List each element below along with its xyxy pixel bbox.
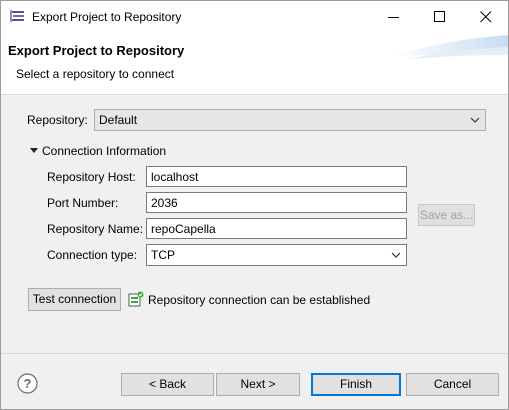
title-bar[interactable]: Export Project to Repository xyxy=(1,1,508,33)
help-icon[interactable]: ? xyxy=(17,373,38,394)
repository-selected-value: Default xyxy=(99,113,138,127)
repository-name-label: Repository Name: xyxy=(47,222,144,236)
host-value: localhost xyxy=(151,170,199,184)
port-field[interactable]: 2036 xyxy=(146,192,407,213)
minimize-icon xyxy=(388,17,399,18)
page-title: Export Project to Repository xyxy=(8,43,185,58)
port-value: 2036 xyxy=(151,196,178,210)
svg-text:?: ? xyxy=(24,376,32,391)
maximize-button[interactable] xyxy=(417,1,463,33)
connection-type-value: TCP xyxy=(151,248,175,262)
next-button[interactable]: Next > xyxy=(216,373,300,396)
repository-connected-icon xyxy=(128,291,144,307)
back-button[interactable]: < Back xyxy=(121,373,214,396)
connection-section-label: Connection Information xyxy=(42,144,167,158)
repository-name-value: repoCapella xyxy=(151,222,216,236)
expand-toggle-icon[interactable] xyxy=(29,147,39,155)
export-dialog: Export Project to Repository Export Proj… xyxy=(0,0,509,410)
connection-status-text: Repository connection can be established xyxy=(148,293,371,307)
close-button[interactable] xyxy=(463,1,509,33)
host-field[interactable]: localhost xyxy=(146,166,407,187)
banner-decoration xyxy=(388,35,508,59)
save-as-button[interactable]: Save as... xyxy=(418,204,475,226)
connection-type-label: Connection type: xyxy=(47,248,138,262)
chevron-down-icon xyxy=(391,252,401,258)
capella-app-icon xyxy=(10,10,26,24)
cancel-button[interactable]: Cancel xyxy=(406,373,499,396)
port-label: Port Number: xyxy=(47,196,119,210)
repository-name-field[interactable]: repoCapella xyxy=(146,218,407,239)
window-title: Export Project to Repository xyxy=(32,10,182,24)
wizard-header: Export Project to Repository Select a re… xyxy=(1,33,508,95)
minimize-button[interactable] xyxy=(371,1,417,33)
repository-select[interactable]: Default xyxy=(94,109,486,131)
finish-button[interactable]: Finish xyxy=(311,373,401,396)
chevron-down-icon xyxy=(470,117,480,123)
host-label: Repository Host: xyxy=(47,170,136,184)
footer-divider xyxy=(1,353,508,354)
repository-label: Repository: xyxy=(27,113,88,127)
close-icon xyxy=(480,11,492,23)
maximize-icon xyxy=(434,11,445,22)
test-connection-button[interactable]: Test connection xyxy=(28,288,121,311)
page-description: Select a repository to connect xyxy=(16,67,175,81)
connection-type-select[interactable]: TCP xyxy=(146,244,407,266)
